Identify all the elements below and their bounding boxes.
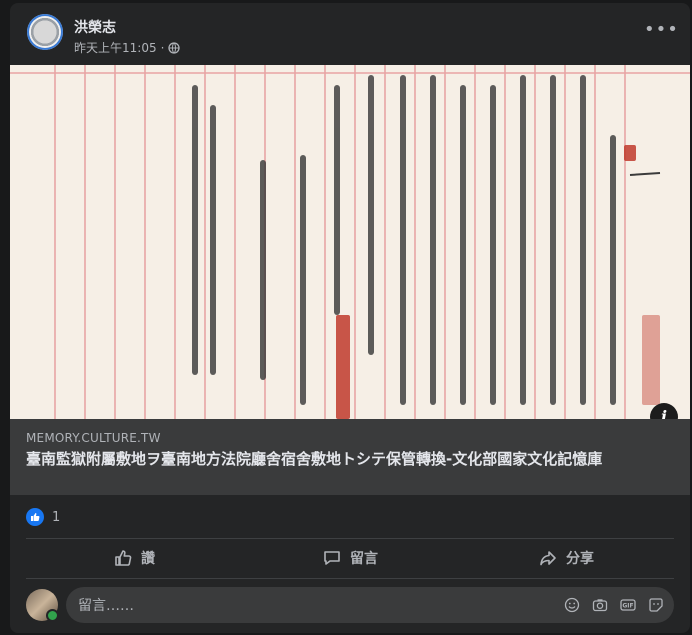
post-header: 洪榮志 昨天上午11:05 · ••• [10,3,690,63]
link-title[interactable]: 臺南監獄附屬敷地ヲ臺南地方法院廳舍宿舍敷地トシテ保管轉換-文化部國家文化記憶庫 [26,449,666,469]
post-actions: 讚 留言 分享 [26,540,674,576]
gif-icon[interactable]: GIF [620,597,636,613]
current-user-avatar[interactable] [26,589,59,622]
like-label: 讚 [141,551,155,567]
link-preview-image[interactable] [10,65,690,419]
author-name[interactable]: 洪榮志 [74,17,116,37]
post-timestamp[interactable]: 昨天上午11:05 [74,39,157,56]
camera-icon[interactable] [592,597,608,613]
post-card: 洪榮志 昨天上午11:05 · ••• i MEMORY.CULTURE.TW … [10,3,690,633]
globe-icon [168,41,181,54]
share-icon [540,551,556,566]
share-button[interactable]: 分享 [458,540,674,576]
more-options-button[interactable]: ••• [644,21,678,45]
emoji-icon[interactable] [564,597,580,613]
like-icon [26,508,44,526]
sticker-icon[interactable] [648,597,664,613]
link-domain: MEMORY.CULTURE.TW [26,431,161,445]
post-meta: 昨天上午11:05 · [74,39,181,56]
divider [26,538,674,539]
svg-text:GIF: GIF [622,603,633,610]
comment-icon [324,551,340,565]
comment-input[interactable]: 留言…… GIF [66,587,674,623]
document-scan-image [10,65,690,419]
divider [26,578,674,579]
comment-composer: 留言…… GIF [26,586,674,624]
comment-placeholder: 留言…… [78,598,134,614]
comment-label: 留言 [350,551,378,567]
comment-tools: GIF [564,597,664,613]
meta-separator: · [160,40,165,55]
reactions-summary[interactable]: 1 [26,505,60,529]
online-status-dot [46,609,59,622]
thumbs-up-icon [115,550,132,566]
link-preview[interactable]: MEMORY.CULTURE.TW 臺南監獄附屬敷地ヲ臺南地方法院廳舍宿舍敷地ト… [10,419,690,495]
author-avatar[interactable] [27,14,63,50]
share-label: 分享 [566,551,594,567]
comment-button[interactable]: 留言 [242,540,458,576]
like-button[interactable]: 讚 [26,540,242,576]
reaction-count[interactable]: 1 [52,510,60,525]
